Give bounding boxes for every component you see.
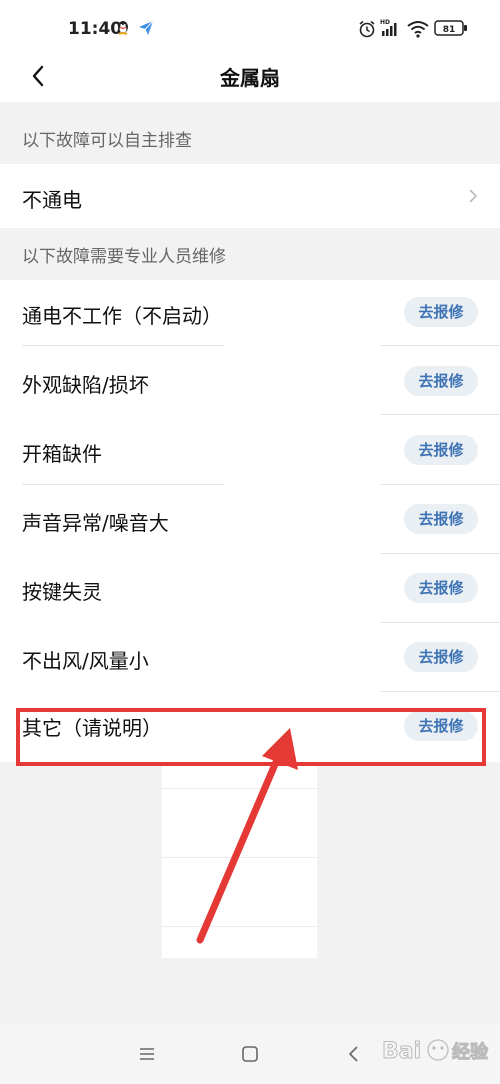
divider bbox=[380, 484, 500, 485]
list-item-label: 按键失灵 bbox=[22, 580, 102, 604]
list-item-label: 声音异常/噪音大 bbox=[22, 511, 169, 535]
section-header-self-check: 以下故障可以自主排查 bbox=[0, 102, 500, 164]
baidu-watermark-icon: Bai 经验 bbox=[382, 1039, 490, 1065]
repair-button[interactable]: 去报修 bbox=[404, 642, 478, 672]
status-bar: 11:40 HD 81 bbox=[0, 0, 500, 56]
divider bbox=[380, 622, 500, 623]
divider bbox=[380, 691, 500, 692]
list-item-no-power[interactable]: 不通电 bbox=[0, 164, 500, 228]
qq-icon bbox=[118, 21, 128, 35]
repair-button[interactable]: 去报修 bbox=[404, 297, 478, 327]
divider bbox=[380, 414, 500, 415]
status-time: 11:40 bbox=[68, 19, 123, 39]
list-item-repair[interactable]: 声音异常/噪音大 去报修 bbox=[0, 487, 500, 556]
nav-bar: 金属扇 bbox=[0, 56, 500, 102]
list-item-label: 通电不工作（不启动） bbox=[22, 304, 222, 328]
section-header-professional: 以下故障需要专业人员维修 bbox=[0, 228, 500, 280]
home-square-icon[interactable] bbox=[238, 1042, 262, 1066]
list-item-label: 开箱缺件 bbox=[22, 442, 102, 466]
watermark-text-left: Bai bbox=[382, 1039, 421, 1064]
divider bbox=[22, 484, 224, 485]
svg-text:HD: HD bbox=[380, 19, 390, 26]
repair-button[interactable]: 去报修 bbox=[404, 504, 478, 534]
section-header-label: 以下故障可以自主排查 bbox=[22, 131, 192, 151]
list-item-repair-other[interactable]: 其它（请说明） 去报修 bbox=[0, 694, 500, 762]
menu-icon[interactable] bbox=[135, 1042, 159, 1066]
back-icon[interactable] bbox=[342, 1042, 366, 1066]
list-item-label: 外观缺陷/损坏 bbox=[22, 373, 149, 397]
repair-button[interactable]: 去报修 bbox=[404, 711, 478, 741]
blank-panel bbox=[162, 762, 317, 958]
chevron-right-icon bbox=[469, 189, 478, 203]
signal-hd-icon: HD bbox=[380, 19, 397, 36]
repair-button[interactable]: 去报修 bbox=[404, 366, 478, 396]
divider bbox=[22, 345, 224, 346]
list-item-repair[interactable]: 开箱缺件 去报修 bbox=[0, 418, 500, 487]
list-item-repair[interactable]: 按键失灵 去报修 bbox=[0, 556, 500, 625]
wifi-icon bbox=[407, 21, 429, 38]
list-item-label: 其它（请说明） bbox=[22, 716, 162, 740]
divider bbox=[380, 345, 500, 346]
watermark-text-right: 经验 bbox=[452, 1041, 489, 1063]
battery-icon: 81 bbox=[434, 20, 467, 36]
paper-plane-icon bbox=[139, 20, 154, 35]
repair-button[interactable]: 去报修 bbox=[404, 573, 478, 603]
list-item-repair[interactable]: 不出风/风量小 去报修 bbox=[0, 625, 500, 694]
alarm-icon bbox=[359, 20, 375, 38]
divider bbox=[380, 553, 500, 554]
list-item-repair[interactable]: 通电不工作（不启动） 去报修 bbox=[0, 280, 500, 349]
list-item-repair[interactable]: 外观缺陷/损坏 去报修 bbox=[0, 349, 500, 418]
repair-button[interactable]: 去报修 bbox=[404, 435, 478, 465]
page-title: 金属扇 bbox=[220, 66, 280, 90]
list-item-label: 不出风/风量小 bbox=[22, 649, 149, 673]
battery-level: 81 bbox=[443, 25, 456, 35]
list-item-label: 不通电 bbox=[22, 188, 82, 212]
section-header-label: 以下故障需要专业人员维修 bbox=[22, 247, 226, 267]
